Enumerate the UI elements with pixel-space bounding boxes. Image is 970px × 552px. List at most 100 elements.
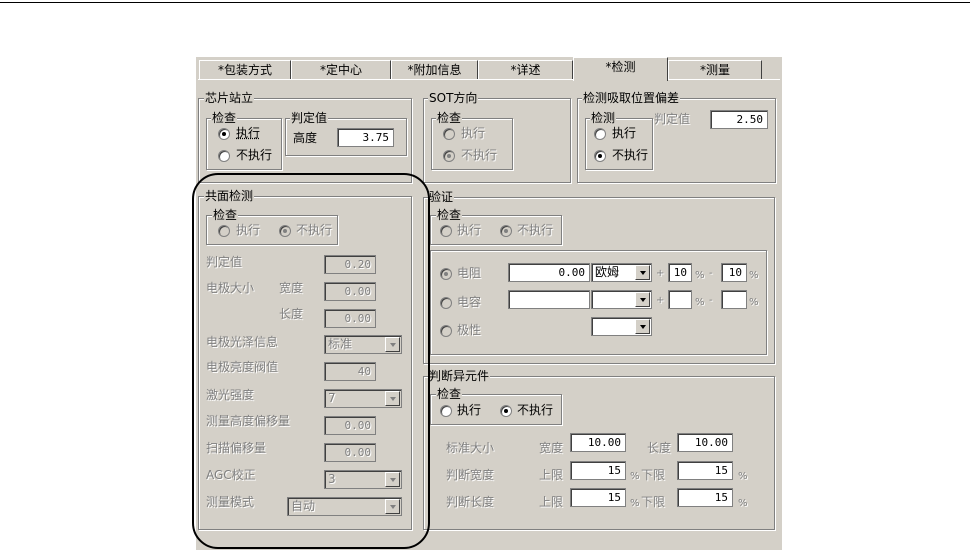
light-select-combo[interactable]: 标准 [324, 335, 402, 354]
pickup-judge-input[interactable]: 2.50 [710, 110, 768, 129]
verify-execute-label: 执行 [457, 223, 482, 237]
sot-direction-title: SOT方向 [428, 91, 479, 105]
length-lower-input[interactable]: 15 [677, 488, 733, 507]
cap-tolerance-plus-input[interactable] [668, 290, 692, 309]
coplanar-judge-label: 判定值 [206, 255, 243, 269]
length-upper-input[interactable]: 15 [570, 488, 626, 507]
tab-measurement[interactable]: *测量 [668, 60, 762, 79]
tolerance-minus-input[interactable]: 10 [721, 263, 747, 282]
resistance-unit-combo[interactable]: 欧姆 [591, 263, 652, 282]
measure-mode-label: 测量模式 [206, 495, 255, 509]
coplanar-not-execute-label: 不执行 [296, 223, 333, 237]
brightness-input[interactable]: 40 [324, 362, 376, 381]
measure-mode-value: 自动 [291, 499, 316, 513]
standard-size-label: 标准大小 [446, 441, 495, 455]
width-lower-input[interactable]: 15 [677, 461, 733, 480]
width-lower-label: 下限 [641, 468, 666, 482]
sot-not-execute-radio[interactable] [443, 150, 455, 162]
brightness-label: 电极亮度阀值 [206, 360, 279, 374]
resistance-radio[interactable] [440, 268, 452, 280]
tab-additional-info[interactable]: *附加信息 [391, 60, 478, 79]
capacitance-input[interactable] [508, 290, 590, 309]
height-offset-label: 测量高度偏移量 [206, 414, 291, 428]
pickup-judge-label: 判定值 [654, 112, 691, 126]
agc-combo[interactable]: 3 [324, 470, 402, 489]
percent-sign: % [695, 297, 705, 308]
tab-packaging[interactable]: *包装方式 [199, 60, 291, 79]
chip-stand-not-execute-radio[interactable] [218, 150, 230, 162]
resistance-input[interactable]: 0.00 [508, 263, 590, 282]
pickup-execute-radio[interactable] [594, 128, 606, 140]
height-input[interactable]: 3.75 [337, 128, 394, 147]
pickup-execute-label: 执行 [612, 126, 637, 140]
sot-execute-radio[interactable] [443, 128, 455, 140]
tab-inspection[interactable]: *检测 [573, 57, 668, 81]
agc-value: 3 [328, 472, 336, 486]
verify-not-execute-radio[interactable] [500, 225, 512, 237]
polarity-radio[interactable] [440, 325, 452, 337]
light-select-value: 标准 [328, 337, 353, 351]
chevron-down-icon[interactable] [385, 391, 400, 406]
polarity-combo[interactable] [591, 317, 652, 336]
chevron-down-icon[interactable] [635, 265, 650, 280]
std-length-input[interactable]: 10.00 [677, 433, 733, 452]
chevron-down-icon[interactable] [385, 499, 400, 514]
tolerance-plus-input[interactable]: 10 [668, 263, 692, 282]
std-length-label: 长度 [647, 441, 672, 455]
chevron-down-icon[interactable] [635, 319, 650, 334]
percent-sign: % [630, 471, 640, 482]
verify-not-execute-label: 不执行 [517, 223, 554, 237]
electrode-width-input[interactable]: 0.00 [324, 282, 376, 301]
width-upper-label: 上限 [539, 468, 564, 482]
coplanar-not-execute-radio[interactable] [279, 225, 291, 237]
scan-offset-input[interactable]: 0.00 [324, 443, 376, 462]
chip-stand-execute-radio[interactable] [218, 128, 230, 140]
pickup-check-title: 检测 [590, 111, 617, 125]
tab-label: *定中心 [319, 63, 362, 77]
abnormal-part-title: 判断异元件 [428, 369, 491, 383]
tab-label: *测量 [699, 63, 730, 77]
coplanar-execute-radio[interactable] [218, 225, 230, 237]
electrode-size-label: 电极大小 [206, 281, 255, 295]
agc-label: AGC校正 [206, 468, 256, 482]
laser-combo[interactable]: 7 [324, 389, 402, 408]
measure-mode-combo[interactable]: 自动 [287, 497, 402, 516]
minus-sign: - [709, 268, 713, 279]
pickup-not-execute-radio[interactable] [594, 150, 606, 162]
chevron-down-icon[interactable] [635, 292, 650, 307]
percent-sign: % [630, 498, 640, 509]
width-upper-input[interactable]: 15 [570, 461, 626, 480]
resistance-unit-value: 欧姆 [595, 265, 620, 279]
pickup-deviation-title: 检测吸取位置偏差 [582, 91, 681, 105]
percent-sign: % [695, 270, 705, 281]
height-label: 高度 [293, 131, 318, 145]
electrode-length-label: 长度 [279, 307, 304, 321]
abnormal-execute-radio[interactable] [440, 405, 452, 417]
chip-stand-execute-label: 执行 [236, 126, 261, 140]
coplanar-judge-input[interactable]: 0.20 [324, 255, 376, 274]
chip-stand-not-execute-label: 不执行 [236, 148, 273, 162]
capacitance-unit-combo[interactable] [591, 290, 652, 309]
electrode-length-input[interactable]: 0.00 [324, 309, 376, 328]
coplanar-title: 共面检测 [204, 189, 255, 203]
verify-execute-radio[interactable] [440, 225, 452, 237]
chip-stand-title: 芯片站立 [204, 91, 255, 105]
coplanar-check-title: 检查 [212, 208, 239, 222]
capacitance-radio[interactable] [440, 297, 452, 309]
tab-label: *详述 [510, 63, 541, 77]
abnormal-not-execute-radio[interactable] [500, 405, 512, 417]
pickup-not-execute-label: 不执行 [612, 148, 649, 162]
tab-centering[interactable]: *定中心 [291, 60, 391, 79]
chevron-down-icon[interactable] [385, 472, 400, 487]
judge-length-label: 判断长度 [446, 495, 495, 509]
abnormal-execute-label: 执行 [457, 403, 482, 417]
cap-tolerance-minus-input[interactable] [721, 290, 747, 309]
percent-sign: % [738, 498, 748, 509]
height-offset-input[interactable]: 0.00 [324, 416, 376, 435]
length-upper-label: 上限 [539, 495, 564, 509]
chevron-down-icon[interactable] [385, 337, 400, 352]
sot-check-title: 检查 [436, 111, 463, 125]
std-width-input[interactable]: 10.00 [570, 433, 626, 452]
tab-details[interactable]: *详述 [478, 60, 573, 79]
laser-value: 7 [328, 391, 336, 405]
